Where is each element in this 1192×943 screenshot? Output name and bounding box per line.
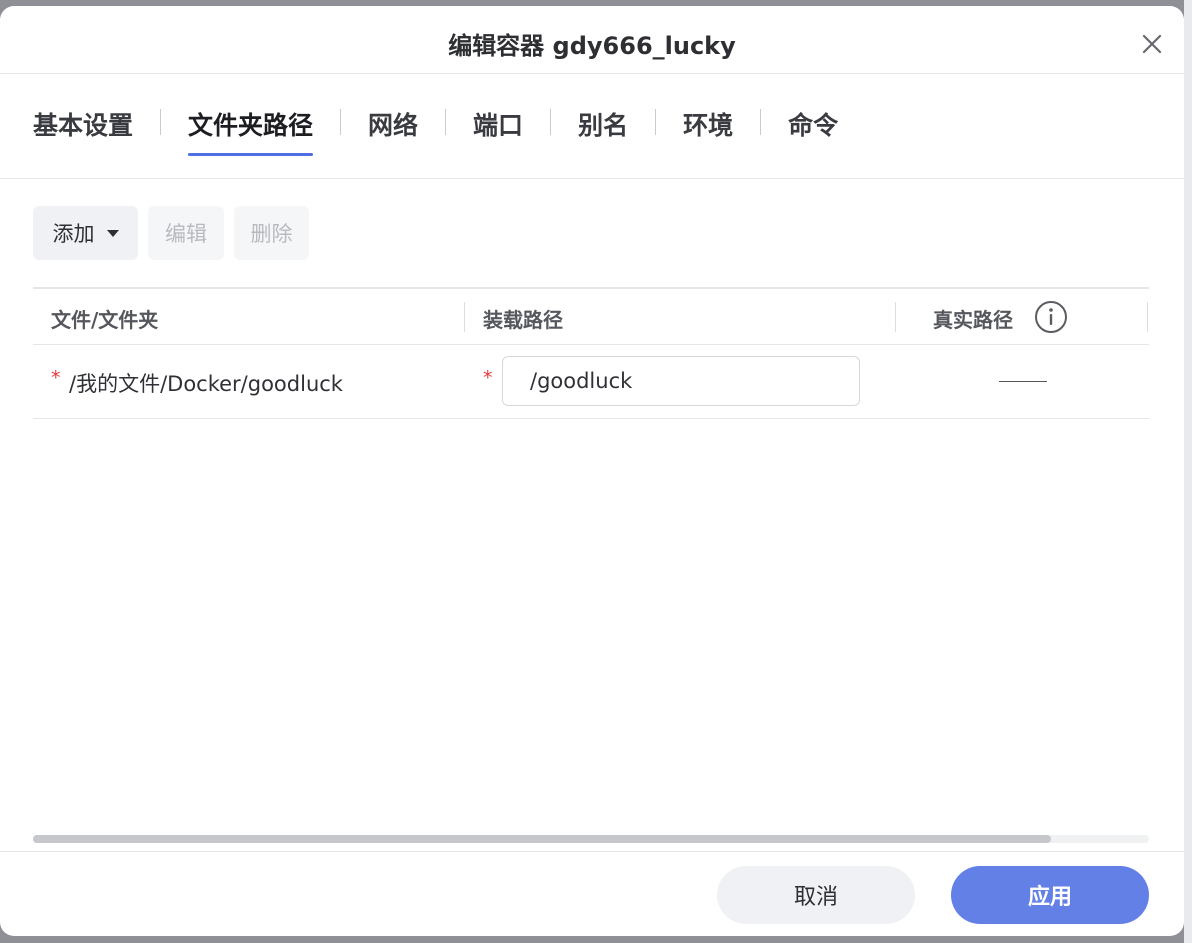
tab-bar: 基本设置 文件夹路径 网络 端口 别名 环境 命令: [33, 106, 838, 156]
add-button-label: 添加: [52, 222, 95, 246]
tab-divider: [160, 109, 162, 135]
tab-divider: [340, 109, 342, 135]
column-divider: [895, 302, 896, 332]
apply-button[interactable]: 应用: [951, 866, 1149, 924]
horizontal-scrollbar[interactable]: [33, 835, 1149, 843]
toolbar: 添加 编辑 删除: [33, 206, 309, 260]
tab-divider: [445, 109, 447, 135]
table-header: 文件/文件夹 装载路径 真实路径: [33, 287, 1149, 345]
add-dropdown-button[interactable]: 添加: [33, 206, 138, 260]
tab-port[interactable]: 端口: [473, 106, 523, 156]
table-row: * /我的文件/Docker/goodluck *: [33, 345, 1149, 419]
dialog-header: 编辑容器 gdy666_lucky: [0, 6, 1184, 74]
tab-folder-path[interactable]: 文件夹路径: [188, 106, 314, 156]
file-path-cell: /我的文件/Docker/goodluck: [69, 372, 343, 396]
tab-divider: [655, 109, 657, 135]
tab-environment[interactable]: 环境: [683, 106, 733, 156]
delete-button[interactable]: 删除: [234, 206, 309, 260]
footer-divider: [0, 851, 1184, 852]
tab-network[interactable]: 网络: [368, 106, 418, 156]
tab-basic-settings[interactable]: 基本设置: [33, 106, 133, 156]
close-icon[interactable]: [1140, 32, 1164, 56]
column-header-real-path: 真实路径: [933, 308, 1013, 332]
column-header-mount-path: 装载路径: [483, 308, 563, 332]
column-divider: [1147, 302, 1148, 332]
edit-container-dialog: 编辑容器 gdy666_lucky 基本设置 文件夹路径 网络 端口 别名 环境…: [0, 6, 1184, 936]
info-icon[interactable]: [1034, 300, 1068, 334]
volume-table: 文件/文件夹 装载路径 真实路径 * /我的文件/Docker/goodluck…: [33, 287, 1149, 419]
caret-down-icon: [106, 229, 119, 237]
tab-divider: [550, 109, 552, 135]
tab-divider: [760, 109, 762, 135]
dialog-title: 编辑容器 gdy666_lucky: [448, 32, 736, 60]
column-divider: [464, 302, 465, 332]
scrollbar-thumb[interactable]: [33, 835, 1051, 843]
mount-path-input[interactable]: [502, 356, 860, 406]
tab-command[interactable]: 命令: [788, 106, 838, 156]
column-header-file: 文件/文件夹: [51, 308, 159, 332]
background-window-edge: [1184, 0, 1192, 943]
real-path-empty-dash: [999, 381, 1047, 382]
required-asterisk: *: [51, 367, 61, 389]
cancel-button[interactable]: 取消: [717, 866, 915, 924]
tabs-divider-line: [0, 178, 1184, 179]
tab-alias[interactable]: 别名: [578, 106, 628, 156]
edit-button[interactable]: 编辑: [148, 206, 224, 260]
required-asterisk: *: [483, 367, 493, 389]
